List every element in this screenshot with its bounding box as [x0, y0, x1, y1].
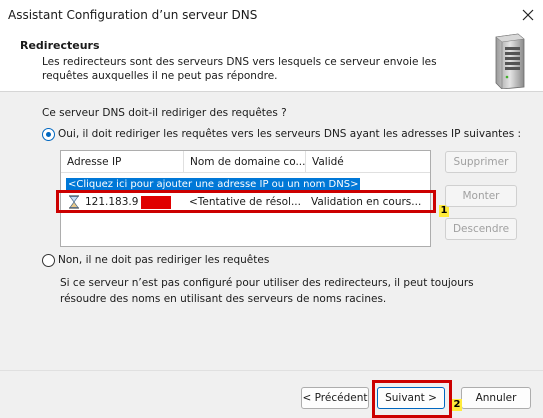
radio-yes-label[interactable]: Oui, il doit rediriger les requêtes vers… [58, 128, 521, 140]
move-up-button[interactable]: Monter [445, 185, 517, 207]
column-domain[interactable]: Nom de domaine co... [184, 151, 306, 173]
radio-yes[interactable] [42, 128, 55, 141]
wizard-header: Redirecteurs Les redirecteurs sont des s… [0, 30, 543, 92]
radio-no-label[interactable]: Non, il ne doit pas rediriger les requêt… [58, 254, 269, 266]
move-down-button[interactable]: Descendre [445, 218, 517, 240]
annotation-marker-2: 2 [452, 399, 462, 411]
column-ip[interactable]: Adresse IP [61, 151, 184, 173]
window-title: Assistant Configuration d’un serveur DNS [8, 8, 258, 22]
page-description: Les redirecteurs sont des serveurs DNS v… [42, 56, 437, 82]
forward-question: Ce serveur DNS doit-il rediriger des req… [42, 107, 287, 119]
page-title: Redirecteurs [20, 39, 100, 52]
radio-no[interactable] [42, 254, 55, 267]
highlight-next-annotation [372, 380, 452, 418]
radio-no-description: Si ce serveur n’est pas configuré pour u… [60, 277, 474, 305]
footer-separator [0, 370, 543, 371]
server-icon [495, 33, 525, 89]
title-bar: Assistant Configuration d’un serveur DNS [0, 0, 543, 30]
cancel-button[interactable]: Annuler [461, 387, 531, 409]
back-button[interactable]: < Précédent [301, 387, 369, 409]
highlight-row-annotation [56, 190, 436, 213]
close-icon[interactable] [513, 0, 543, 30]
column-validated[interactable]: Validé [306, 151, 430, 173]
delete-button[interactable]: Supprimer [445, 151, 517, 173]
list-header: Adresse IP Nom de domaine co... Validé [61, 151, 430, 173]
